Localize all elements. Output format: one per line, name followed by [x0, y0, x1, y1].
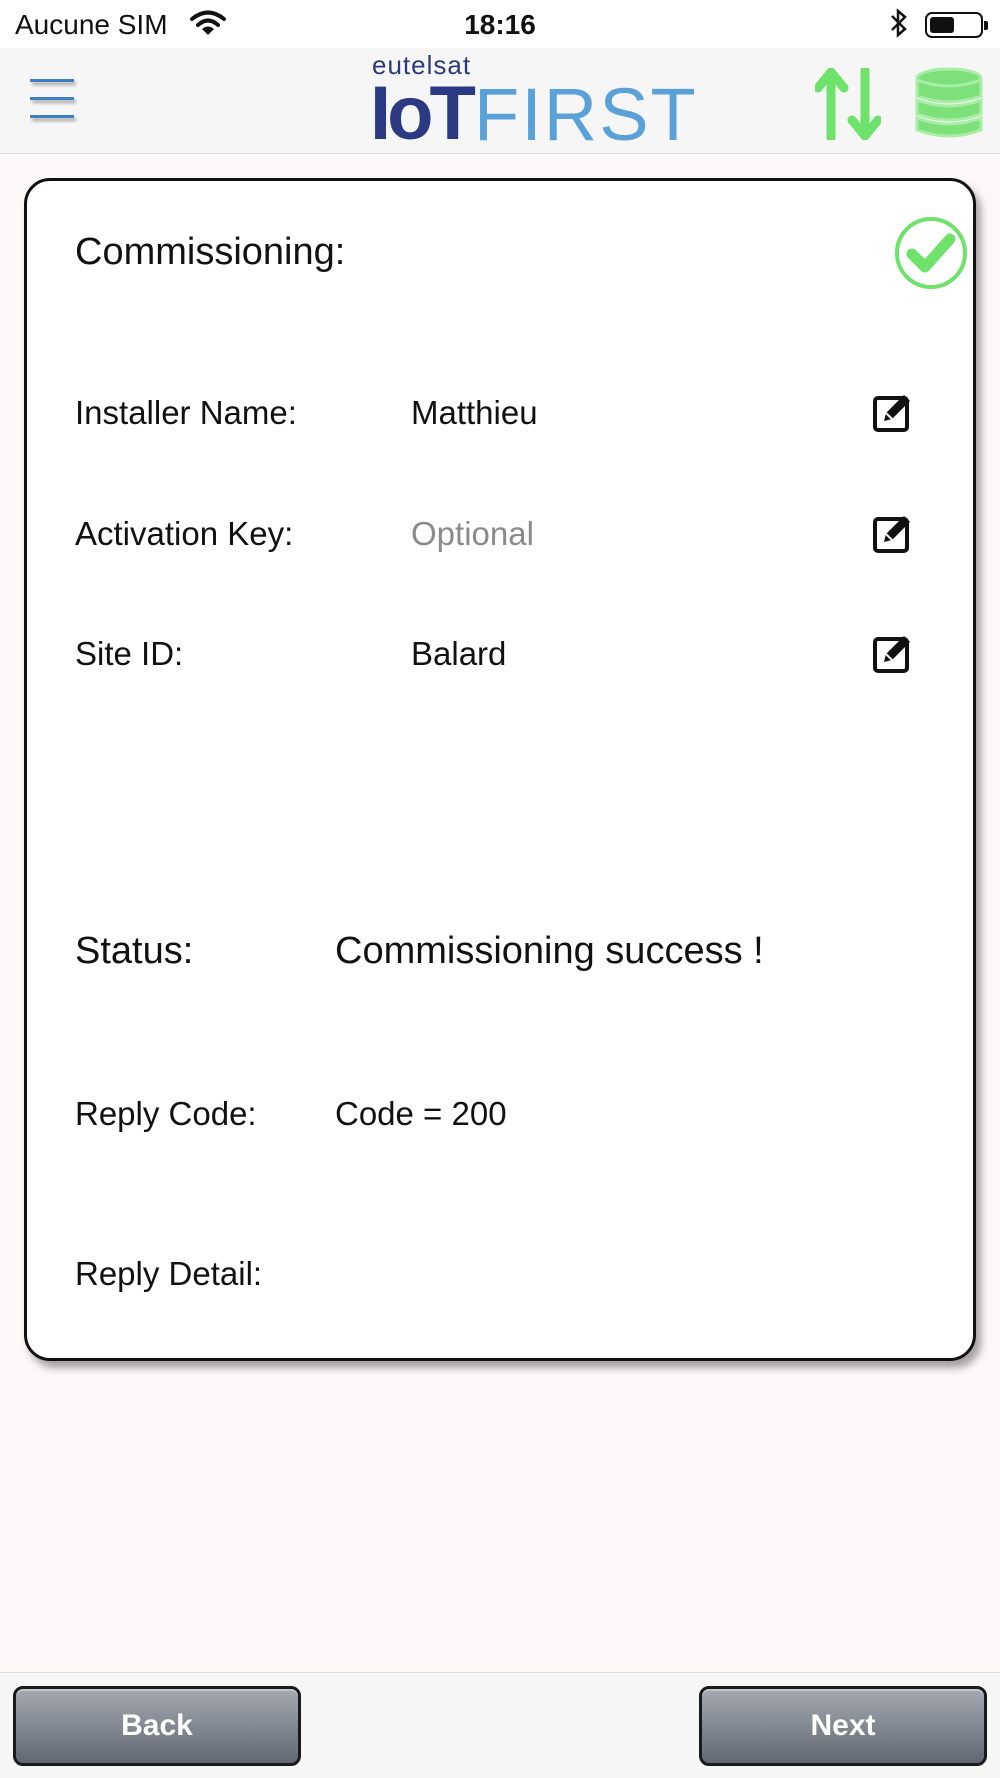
database-icon[interactable]	[913, 66, 985, 140]
logo-first: FIRST	[474, 73, 698, 156]
edit-installer-name-icon[interactable]	[872, 391, 914, 433]
nav-bar: eutelsat IoT FIRST	[0, 48, 1000, 156]
next-button[interactable]: Next	[699, 1686, 987, 1766]
bluetooth-icon	[888, 8, 910, 45]
edit-site-id-icon[interactable]	[872, 632, 914, 674]
logo-iot: IoT	[370, 71, 476, 156]
commissioning-card: Commissioning: Installer Name: Matthieu …	[24, 178, 976, 1361]
activation-key-field[interactable]: Optional	[411, 515, 534, 553]
edit-activation-key-icon[interactable]	[872, 512, 914, 554]
installer-name-label: Installer Name:	[75, 394, 297, 431]
reply-code-label: Reply Code:	[75, 1095, 257, 1132]
status-bar: Aucune SIM 18:16	[0, 0, 1000, 48]
app-logo: eutelsat IoT FIRST	[370, 50, 696, 156]
back-button[interactable]: Back	[13, 1686, 301, 1766]
site-id-value[interactable]: Balard	[411, 635, 506, 673]
battery-icon	[925, 12, 988, 38]
reply-code-value: Code = 200	[335, 1095, 507, 1132]
status-label: Status:	[75, 930, 194, 972]
status-value: Commissioning success !	[335, 930, 764, 972]
card-title: Commissioning:	[75, 231, 346, 273]
menu-icon[interactable]	[30, 76, 76, 122]
bottom-toolbar: Back Next	[0, 1672, 1000, 1778]
sync-arrows-icon[interactable]	[813, 65, 883, 143]
activation-key-label: Activation Key:	[75, 515, 294, 552]
check-circle-icon	[893, 215, 969, 291]
clock: 18:16	[464, 9, 536, 40]
reply-detail-label: Reply Detail:	[75, 1255, 263, 1292]
site-id-label: Site ID:	[75, 635, 184, 672]
installer-name-value[interactable]: Matthieu	[411, 394, 538, 432]
